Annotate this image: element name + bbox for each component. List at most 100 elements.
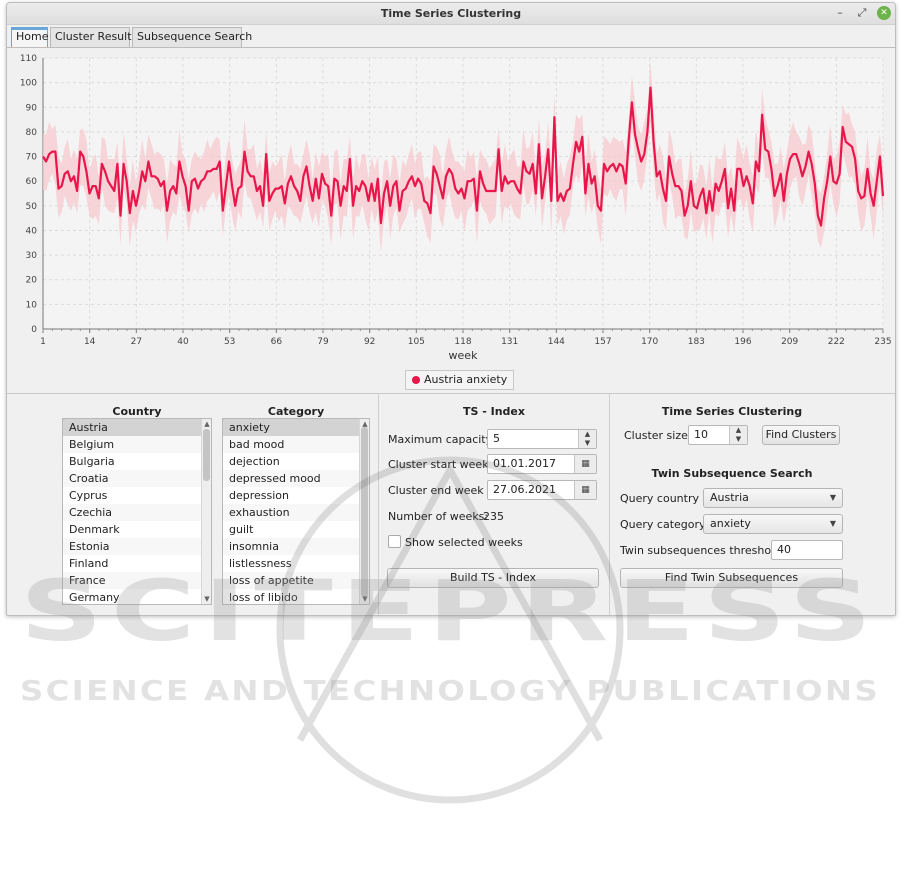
twin-search-title: Twin Subsequence Search bbox=[651, 467, 813, 480]
x-tick-label: 53 bbox=[224, 337, 235, 347]
country-list[interactable]: Austria Belgium Bulgaria Croatia Cyprus Czech… bbox=[62, 418, 212, 605]
find-clusters-button[interactable]: Find Clusters bbox=[762, 425, 840, 445]
country-list-item[interactable]: Estonia bbox=[63, 538, 211, 555]
category-list-item[interactable]: bad mood bbox=[223, 436, 369, 453]
cluster-size-label: Cluster size bbox=[624, 429, 688, 442]
scroll-thumb[interactable] bbox=[361, 427, 368, 597]
divider bbox=[378, 394, 379, 615]
chevron-down-icon: ▼ bbox=[829, 493, 836, 502]
start-week-picker[interactable]: 01.01.2017 ▦ bbox=[487, 454, 597, 474]
y-tick-label: 30 bbox=[26, 251, 38, 261]
max-capacity-label: Maximum capacity bbox=[388, 433, 493, 446]
country-list-item[interactable]: France bbox=[63, 572, 211, 589]
x-tick-label: 66 bbox=[271, 337, 283, 347]
title-bar: Time Series Clustering – ⤢ ✕ bbox=[7, 3, 895, 25]
country-title: Country bbox=[112, 405, 162, 418]
show-selected-label: Show selected weeks bbox=[405, 536, 523, 549]
threshold-input[interactable]: 40 bbox=[771, 540, 843, 560]
scroll-thumb[interactable] bbox=[203, 429, 210, 481]
category-list-item[interactable]: depressed mood bbox=[223, 470, 369, 487]
category-list-item[interactable]: listlessness bbox=[223, 555, 369, 572]
country-list-item[interactable]: Bulgaria bbox=[63, 453, 211, 470]
category-list-item[interactable]: anxiety bbox=[223, 419, 369, 436]
query-category-select[interactable]: anxiety ▼ bbox=[703, 514, 843, 534]
spinner-arrows[interactable]: ▲ ▼ bbox=[729, 426, 747, 444]
end-week-picker[interactable]: 27.06.2021 ▦ bbox=[487, 480, 597, 500]
x-tick-label: 14 bbox=[84, 337, 96, 347]
tab-home[interactable]: Home bbox=[11, 27, 48, 47]
legend-swatch bbox=[412, 376, 420, 384]
num-weeks-value: 235 bbox=[483, 510, 504, 523]
query-category-label: Query category bbox=[620, 518, 706, 531]
query-country-select[interactable]: Austria ▼ bbox=[703, 488, 843, 508]
maximize-icon[interactable]: ⤢ bbox=[855, 6, 869, 20]
close-icon[interactable]: ✕ bbox=[877, 6, 891, 20]
y-tick-label: 10 bbox=[26, 300, 38, 310]
max-capacity-value: 5 bbox=[493, 432, 500, 445]
window-title: Time Series Clustering bbox=[380, 7, 522, 20]
cluster-size-value: 10 bbox=[694, 428, 708, 441]
app-window: Time Series Clustering – ⤢ ✕ Home Cluste… bbox=[6, 2, 896, 616]
start-week-label: Cluster start week bbox=[388, 458, 489, 471]
y-tick-label: 60 bbox=[26, 177, 38, 187]
country-list-item[interactable]: Croatia bbox=[63, 470, 211, 487]
start-week-value: 01.01.2017 bbox=[493, 457, 556, 470]
legend-label: Austria anxiety bbox=[424, 373, 508, 386]
build-ts-index-button[interactable]: Build TS - Index bbox=[387, 568, 599, 588]
country-list-item[interactable]: Austria bbox=[63, 419, 211, 436]
x-tick-label: 209 bbox=[781, 337, 798, 347]
scroll-down-icon[interactable]: ▼ bbox=[202, 594, 211, 604]
num-weeks-label: Number of weeks: bbox=[388, 510, 489, 523]
show-selected-checkbox[interactable] bbox=[388, 535, 401, 548]
increment-icon[interactable]: ▲ bbox=[730, 426, 747, 435]
y-tick-label: 90 bbox=[26, 103, 38, 113]
calendar-icon[interactable]: ▦ bbox=[574, 455, 596, 473]
category-list-item[interactable]: guilt bbox=[223, 521, 369, 538]
country-list-item[interactable]: Czechia bbox=[63, 504, 211, 521]
cluster-size-spinner[interactable]: 10 ▲ ▼ bbox=[688, 425, 748, 445]
calendar-icon[interactable]: ▦ bbox=[574, 481, 596, 499]
threshold-label: Twin subsequences threshold bbox=[620, 544, 782, 557]
increment-icon[interactable]: ▲ bbox=[579, 430, 596, 439]
scroll-up-icon[interactable]: ▲ bbox=[202, 419, 211, 429]
x-tick-label: 183 bbox=[688, 337, 705, 347]
category-scrollbar[interactable]: ▲ ▼ bbox=[359, 419, 369, 604]
tab-subsequence-search[interactable]: Subsequence Search bbox=[132, 27, 252, 47]
x-tick-label: 131 bbox=[501, 337, 518, 347]
scroll-down-icon[interactable]: ▼ bbox=[360, 594, 369, 604]
category-list[interactable]: anxiety bad mood dejection depressed mood de… bbox=[222, 418, 370, 605]
category-list-item[interactable]: insomnia bbox=[223, 538, 369, 555]
category-list-item[interactable]: depression bbox=[223, 487, 369, 504]
y-tick-label: 80 bbox=[26, 128, 38, 138]
country-list-item[interactable]: Belgium bbox=[63, 436, 211, 453]
x-tick-label: 144 bbox=[548, 337, 565, 347]
find-twin-subsequences-button[interactable]: Find Twin Subsequences bbox=[620, 568, 843, 588]
query-category-value: anxiety bbox=[710, 517, 751, 530]
max-capacity-spinner[interactable]: 5 ▲ ▼ bbox=[487, 429, 597, 449]
country-list-item[interactable]: Denmark bbox=[63, 521, 211, 538]
country-scrollbar[interactable]: ▲ ▼ bbox=[201, 419, 211, 604]
country-list-item[interactable]: Germany bbox=[63, 589, 211, 604]
x-tick-label: 118 bbox=[454, 337, 471, 347]
chart-legend[interactable]: Austria anxiety bbox=[405, 370, 515, 390]
category-list-item[interactable]: exhaustion bbox=[223, 504, 369, 521]
spinner-arrows[interactable]: ▲ ▼ bbox=[578, 430, 596, 448]
country-list-item[interactable]: Finland bbox=[63, 555, 211, 572]
x-axis-label: week bbox=[449, 349, 479, 362]
decrement-icon[interactable]: ▼ bbox=[579, 439, 596, 448]
x-tick-label: 157 bbox=[594, 337, 611, 347]
tab-cluster-results[interactable]: Cluster Results bbox=[50, 27, 137, 47]
x-tick-label: 196 bbox=[734, 337, 751, 347]
x-tick-label: 222 bbox=[828, 337, 845, 347]
y-tick-label: 40 bbox=[26, 226, 38, 236]
category-list-item[interactable]: dejection bbox=[223, 453, 369, 470]
decrement-icon[interactable]: ▼ bbox=[730, 435, 747, 444]
y-tick-label: 20 bbox=[26, 276, 38, 286]
minimize-icon[interactable]: – bbox=[833, 6, 847, 20]
country-list-item[interactable]: Cyprus bbox=[63, 487, 211, 504]
category-list-item[interactable]: loss of libido bbox=[223, 589, 369, 604]
y-tick-label: 110 bbox=[20, 54, 37, 64]
x-tick-label: 235 bbox=[874, 337, 891, 347]
category-list-item[interactable]: loss of appetite bbox=[223, 572, 369, 589]
category-title: Category bbox=[267, 405, 325, 418]
